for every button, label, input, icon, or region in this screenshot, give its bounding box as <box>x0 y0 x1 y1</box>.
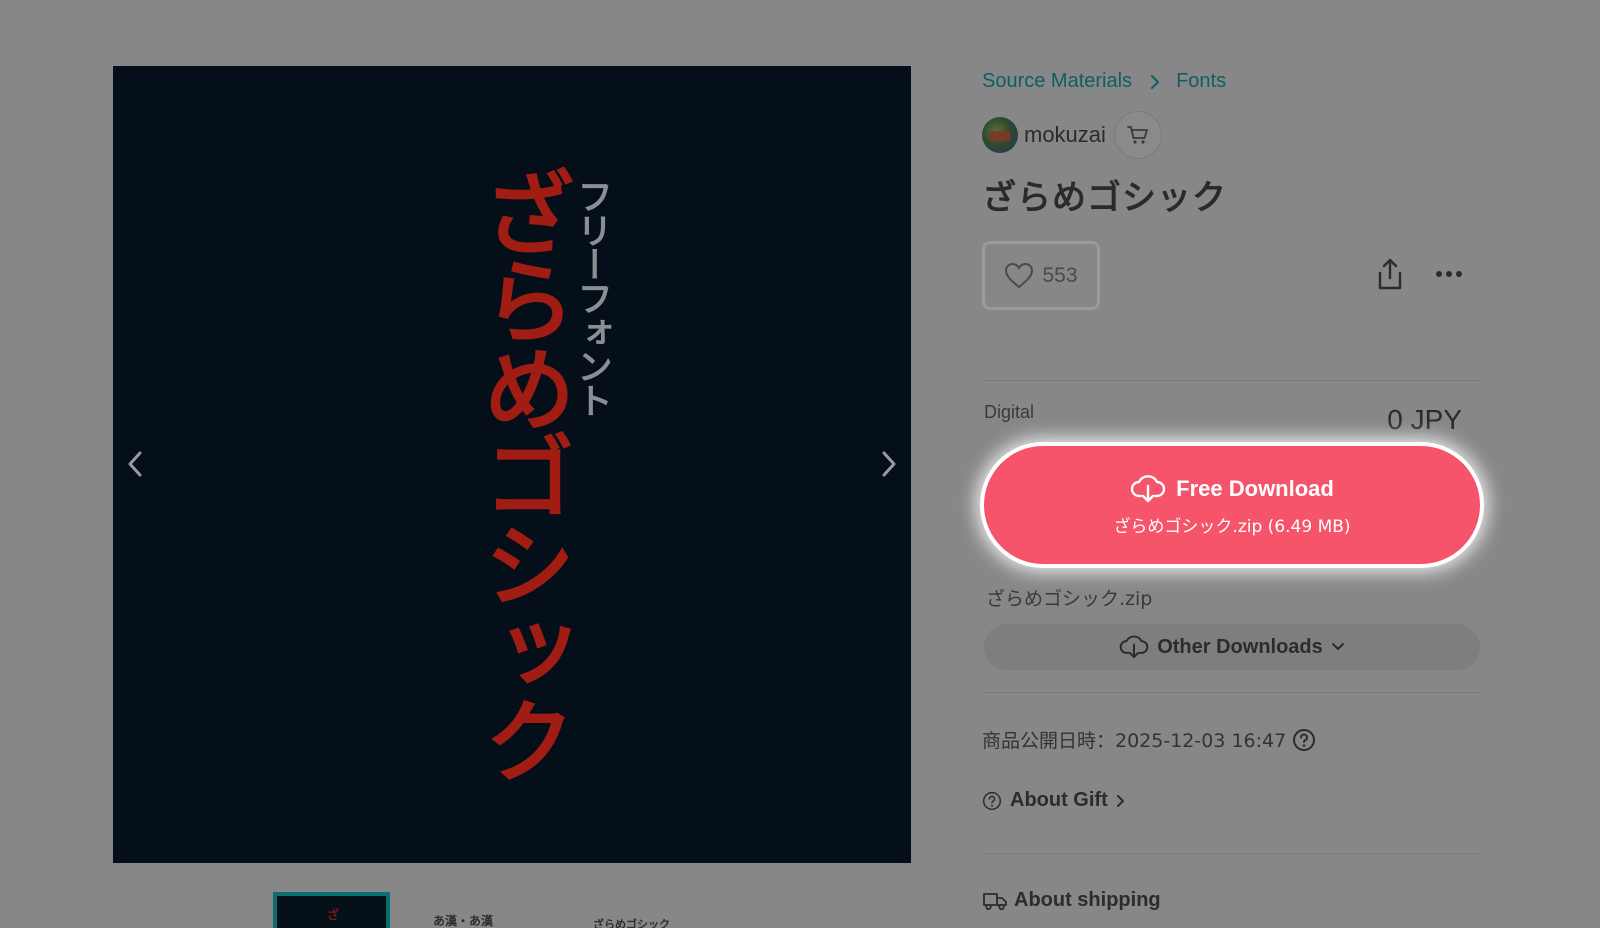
other-downloads-label: Other Downloads <box>1157 635 1323 658</box>
chevron-down-icon <box>1331 643 1344 650</box>
product-info-panel: Source Materials Fonts mokuzai ざらめゴシック 5… <box>982 0 1482 928</box>
cloud-download-icon <box>1119 635 1149 658</box>
gift-help-icon <box>982 791 1002 810</box>
thumbnail-3-label: ざらめゴシック <box>593 918 670 928</box>
breadcrumb-fonts[interactable]: Fonts <box>1176 70 1226 93</box>
help-icon[interactable] <box>1292 728 1316 752</box>
divider <box>982 380 1482 381</box>
free-download-button[interactable]: Free Download ざらめゴシック.zip (6.49 MB) <box>984 446 1480 564</box>
like-button[interactable]: 553 <box>982 241 1100 310</box>
more-options-button[interactable] <box>1434 264 1464 284</box>
heart-icon <box>1005 262 1034 289</box>
shop-avatar[interactable] <box>982 117 1018 153</box>
thumbnail-1-label: ざ <box>327 908 340 922</box>
download-label: Free Download <box>1176 475 1334 501</box>
breadcrumb: Source Materials Fonts <box>982 70 1226 93</box>
format-label: Digital <box>984 402 1035 422</box>
share-icon <box>1378 258 1402 290</box>
thumbnail-2[interactable]: あ漢・あ漢 <box>433 892 553 928</box>
image-title-text: ざらめゴシック <box>468 166 575 782</box>
about-shipping-link[interactable]: About shipping <box>982 889 1161 912</box>
shop-info: mokuzai <box>982 110 1162 160</box>
cart-icon <box>1127 126 1148 144</box>
thumbnail-3[interactable]: ざらめゴシック <box>593 892 713 928</box>
published-date: 商品公開日時：2025-12-03 16:47 <box>982 730 1287 752</box>
thumbnail-2-label: あ漢・あ漢 <box>433 914 494 928</box>
about-gift-label: About Gift <box>1010 789 1108 811</box>
share-button[interactable] <box>1374 256 1406 292</box>
more-icon <box>1436 271 1462 277</box>
divider <box>982 692 1482 693</box>
about-shipping-label: About shipping <box>1014 889 1161 911</box>
truck-icon <box>983 892 1007 910</box>
chevron-left-icon <box>128 451 142 477</box>
gallery-prev-button[interactable] <box>120 444 150 484</box>
chevron-right-icon <box>1116 794 1124 807</box>
shop-name-link[interactable]: mokuzai <box>1024 122 1106 148</box>
about-gift-link[interactable]: About Gift <box>982 789 1126 812</box>
product-main-image[interactable]: ざらめゴシック フリーフォント <box>113 66 911 863</box>
like-count: 553 <box>1042 263 1078 287</box>
zip-file-name: ざらめゴシック.zip <box>986 588 1153 610</box>
chevron-right-icon <box>882 451 896 477</box>
gallery-next-button[interactable] <box>874 444 904 484</box>
thumbnail-strip: ざ あ漢・あ漢 ざらめゴシック <box>273 892 773 928</box>
product-title: ざらめゴシック <box>982 178 1227 218</box>
download-main-row: Free Download <box>1130 474 1334 504</box>
thumbnail-1[interactable]: ざ <box>273 892 390 928</box>
image-subtitle-text: フリーフォント <box>571 178 612 416</box>
breadcrumb-source-materials[interactable]: Source Materials <box>982 70 1132 93</box>
published-date-row: 商品公開日時：2025-12-03 16:47 <box>982 726 1316 753</box>
price: 0 JPY <box>1387 404 1462 435</box>
shop-cart-button[interactable] <box>1113 111 1162 159</box>
divider <box>982 853 1482 854</box>
other-downloads-button[interactable]: Other Downloads <box>984 624 1480 670</box>
download-file-info: ざらめゴシック.zip (6.49 MB) <box>1113 516 1351 537</box>
cloud-download-icon <box>1130 474 1166 502</box>
breadcrumb-chevron-icon <box>1150 74 1160 90</box>
